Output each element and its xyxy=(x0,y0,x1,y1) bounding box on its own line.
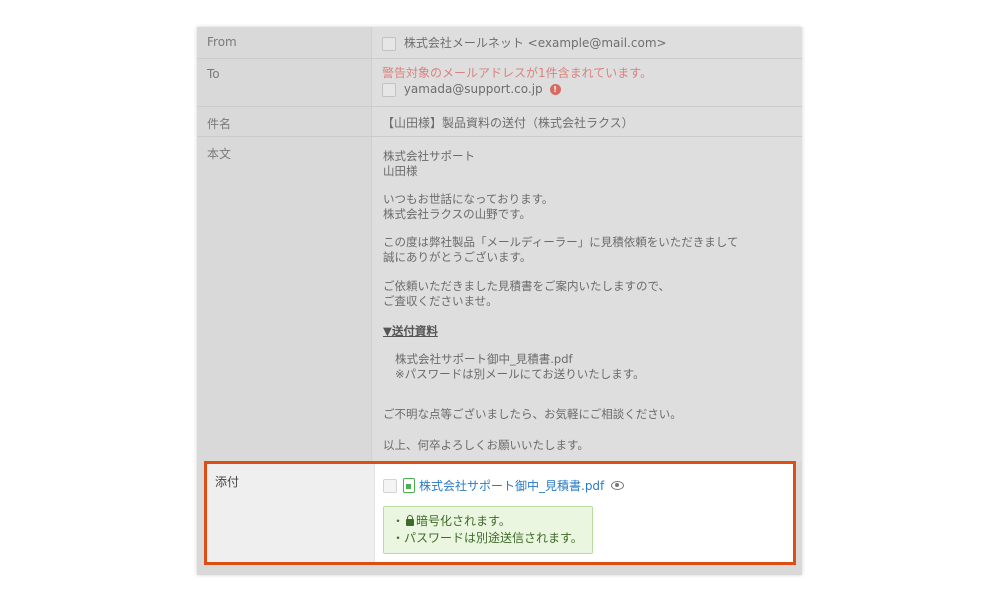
attachment-section-heading: ▼送付資料 xyxy=(383,324,438,338)
body-text: 株式会社サポート 山田様 いつもお世話になっております。 株式会社ラクスの山野で… xyxy=(383,137,783,462)
to-label: To xyxy=(207,67,220,81)
encryption-notice-line2: ・パスワードは別途送信されます。 xyxy=(392,531,583,545)
from-value-cell: 株式会社メールネット <example@mail.com> xyxy=(371,27,802,58)
body-line: 株式会社サポート xyxy=(383,149,475,163)
body-line: 以上、何卒よろしくお願いいたします。 xyxy=(383,438,589,452)
body-line: いつもお世話になっております。 xyxy=(383,192,554,206)
pdf-file-icon xyxy=(403,478,415,493)
body-label: 本文 xyxy=(207,147,232,161)
body-line: ご依頼いただきました見積書をご案内いたしますので、 xyxy=(383,279,671,293)
from-label: From xyxy=(207,35,237,49)
encryption-text: 暗号化されます。 xyxy=(416,514,511,528)
notice-bullet: ・ xyxy=(392,514,405,528)
body-line: 誠にありがとうございます。 xyxy=(383,250,532,264)
subject-label: 件名 xyxy=(207,117,232,131)
from-row: From 株式会社メールネット <example@mail.com> xyxy=(197,27,802,59)
body-line: 山田様 xyxy=(383,164,418,178)
subject-row: 件名 【山田様】製品資料の送付（株式会社ラクス） xyxy=(197,107,802,137)
body-line: この度は弊社製品「メールディーラー」に見積依頼をいただきまして xyxy=(383,235,739,249)
to-address: yamada@support.co.jp xyxy=(403,82,543,96)
attachment-row: 株式会社サポート御中_見積書.pdf xyxy=(383,477,625,494)
body-line: ご不明な点等ございましたら、お気軽にご相談ください。 xyxy=(383,407,682,421)
warning-info-icon[interactable]: ! xyxy=(549,84,561,95)
subject-value: 【山田様】製品資料の送付（株式会社ラクス） xyxy=(371,107,802,136)
to-checkbox[interactable] xyxy=(382,82,396,97)
to-warning-message: 警告対象のメールアドレスが1件含まれています。 xyxy=(382,66,653,80)
encryption-notice: ・暗号化されます。 ・パスワードは別途送信されます。 xyxy=(383,506,593,554)
encryption-notice-line1: ・暗号化されます。 xyxy=(392,513,584,530)
body-line: ご査収くださいませ。 xyxy=(383,294,498,308)
attachment-highlight: 添付 株式会社サポート御中_見積書.pdf ・暗号化されます。 ・パスワードは別… xyxy=(204,461,796,565)
body-line: 株式会社ラクスの山野です。 xyxy=(383,207,532,221)
attachment-checkbox[interactable] xyxy=(383,478,397,493)
preview-eye-icon[interactable] xyxy=(611,481,625,490)
from-checkbox[interactable] xyxy=(382,36,396,51)
body-line: 株式会社サポート御中_見積書.pdf xyxy=(395,352,573,366)
body-line: ※パスワードは別メールにてお送りいたします。 xyxy=(395,367,645,381)
from-address: 株式会社メールネット <example@mail.com> xyxy=(403,36,667,50)
to-row: To 警告対象のメールアドレスが1件含まれています。 yamada@suppor… xyxy=(197,59,802,107)
lock-icon xyxy=(406,515,415,526)
attachment-label: 添付 xyxy=(207,464,375,562)
to-value-cell: 警告対象のメールアドレスが1件含まれています。 yamada@support.c… xyxy=(371,59,802,106)
attachment-file-link[interactable]: 株式会社サポート御中_見積書.pdf xyxy=(419,477,604,494)
